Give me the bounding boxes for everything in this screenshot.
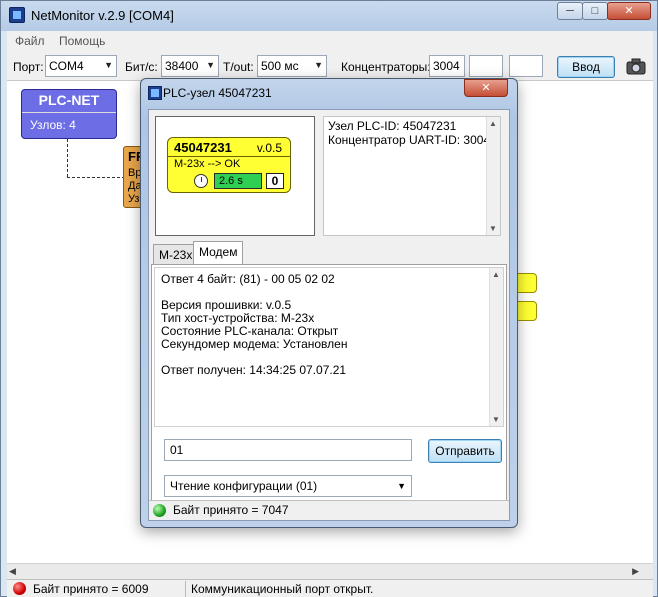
command-input[interactable]: 01: [164, 439, 412, 461]
scroll-left-icon[interactable]: ◀: [9, 566, 16, 577]
toolbar: Порт: COM4 ▼ Бит/с: 38400 ▼ T/out: 500 м…: [7, 51, 653, 81]
timeout-value: 500 мс: [261, 59, 299, 73]
card-status: M-23x --> OK: [174, 158, 241, 170]
status-bar: Байт принято = 6009 Коммуникационный пор…: [7, 579, 653, 597]
menu-help[interactable]: Помощь: [59, 34, 105, 48]
scroll-right-icon[interactable]: ▶: [632, 566, 639, 577]
camera-icon[interactable]: [625, 56, 647, 78]
dialog-close-button[interactable]: ✕: [464, 79, 508, 97]
timeout-label: T/out:: [223, 60, 254, 74]
timeout-select[interactable]: 500 мс ▼: [257, 55, 327, 77]
title-bar: NetMonitor v.2.9 [COM4] ─ □ ✕: [1, 1, 657, 31]
yellow-node-edge[interactable]: [515, 301, 537, 321]
card-version: v.0.5: [256, 141, 282, 155]
chevron-down-icon: ▼: [397, 481, 406, 491]
plc-net-title: PLC-NET: [38, 92, 100, 108]
response-line: Версия прошивки: v.0.5: [161, 298, 292, 312]
port-select[interactable]: COM4 ▼: [45, 55, 117, 77]
response-line: Ответ получен: 14:34:25 07.07.21: [161, 363, 347, 377]
app-icon: [9, 7, 25, 23]
close-button[interactable]: ✕: [607, 2, 651, 20]
chevron-down-icon: ▼: [104, 60, 113, 70]
link-line: [67, 177, 125, 178]
divider: [168, 156, 290, 157]
status-message: Коммуникационный порт открыт.: [191, 582, 374, 596]
response-line: Секундомер модема: Установлен: [161, 337, 348, 351]
plc-net-node-count: Узлов: 4: [30, 118, 76, 132]
baud-select[interactable]: 38400 ▼: [161, 55, 219, 77]
orange-node-line: Уз: [128, 193, 140, 205]
response-line: Состояние PLC-канала: Открыт: [161, 324, 339, 338]
dialog-title: PLC-узел 45047231: [163, 86, 272, 100]
node-preview: 45047231 v.0.5 M-23x --> OK 2.6 s 0: [155, 116, 315, 236]
response-text: Ответ 4 байт: (81) - 00 05 02 02 Версия …: [154, 267, 504, 427]
send-button[interactable]: Отправить: [428, 439, 502, 463]
concentrators-label: Концентраторы:: [341, 60, 431, 74]
tab-modem[interactable]: Модем: [193, 241, 244, 265]
info-scrollbar[interactable]: ▲ ▼: [486, 117, 500, 235]
horizontal-scrollbar[interactable]: ◀ ▶: [7, 563, 653, 579]
concentrators-field[interactable]: 3004: [429, 55, 465, 77]
port-label: Порт:: [13, 60, 44, 74]
port-value: COM4: [49, 59, 84, 73]
concentrators-field-2[interactable]: [469, 55, 503, 77]
chevron-down-icon: ▼: [314, 60, 323, 70]
port-status-led: [13, 582, 26, 595]
response-line: Ответ 4 байт: (81) - 00 05 02 02: [161, 272, 335, 286]
dialog-app-icon: [148, 86, 162, 100]
command-select[interactable]: Чтение конфигурации (01) ▼: [164, 475, 412, 497]
card-timer: 2.6 s: [214, 173, 262, 189]
card-id: 45047231: [174, 140, 232, 155]
card-counter: 0: [266, 173, 284, 189]
concentrators-field-3[interactable]: [509, 55, 543, 77]
plc-node-card[interactable]: 45047231 v.0.5 M-23x --> OK 2.6 s 0: [167, 137, 291, 193]
bytes-received: Байт принято = 6009: [33, 582, 149, 596]
baud-label: Бит/с:: [125, 60, 158, 74]
menu-bar: Файл Помощь: [7, 31, 653, 51]
minimize-button[interactable]: ─: [557, 2, 583, 20]
info-line: Концентратор UART-ID: 3004: [328, 133, 491, 147]
input-button[interactable]: Ввод: [557, 56, 615, 78]
tab-m23x[interactable]: M-23x: [153, 244, 199, 264]
divider: [22, 112, 116, 113]
dialog-status-led: [153, 504, 166, 517]
scroll-down-icon[interactable]: ▼: [492, 415, 500, 424]
plc-node-dialog: PLC-узел 45047231 ✕ 45047231 v.0.5 M-23x…: [140, 78, 518, 528]
yellow-node-edge[interactable]: [515, 273, 537, 293]
menu-file[interactable]: Файл: [15, 34, 45, 48]
baud-value: 38400: [165, 59, 199, 73]
dialog-bytes-received: Байт принято = 7047: [173, 503, 289, 517]
chevron-down-icon: ▼: [206, 60, 215, 70]
clock-icon: [194, 174, 208, 188]
modem-tab-page: Ответ 4 байт: (81) - 00 05 02 02 Версия …: [151, 264, 507, 516]
dialog-body: 45047231 v.0.5 M-23x --> OK 2.6 s 0 Узел…: [148, 109, 510, 521]
scroll-up-icon[interactable]: ▲: [492, 270, 500, 279]
maximize-button[interactable]: □: [582, 2, 608, 20]
plc-net-node[interactable]: PLC-NET Узлов: 4: [21, 89, 117, 139]
response-line: Тип хост-устройства: M-23x: [161, 311, 315, 325]
window-title: NetMonitor v.2.9 [COM4]: [31, 8, 174, 23]
info-line: Узел PLC-ID: 45047231: [328, 119, 457, 133]
dialog-status-bar: Байт принято = 7047: [149, 500, 509, 520]
response-scrollbar[interactable]: ▲ ▼: [489, 268, 503, 426]
scroll-down-icon[interactable]: ▼: [489, 224, 497, 233]
link-line: [67, 139, 68, 177]
node-info-box: Узел PLC-ID: 45047231 Концентратор UART-…: [323, 116, 501, 236]
divider: [185, 581, 186, 597]
scroll-up-icon[interactable]: ▲: [489, 119, 497, 128]
command-select-value: Чтение конфигурации (01): [170, 479, 318, 493]
